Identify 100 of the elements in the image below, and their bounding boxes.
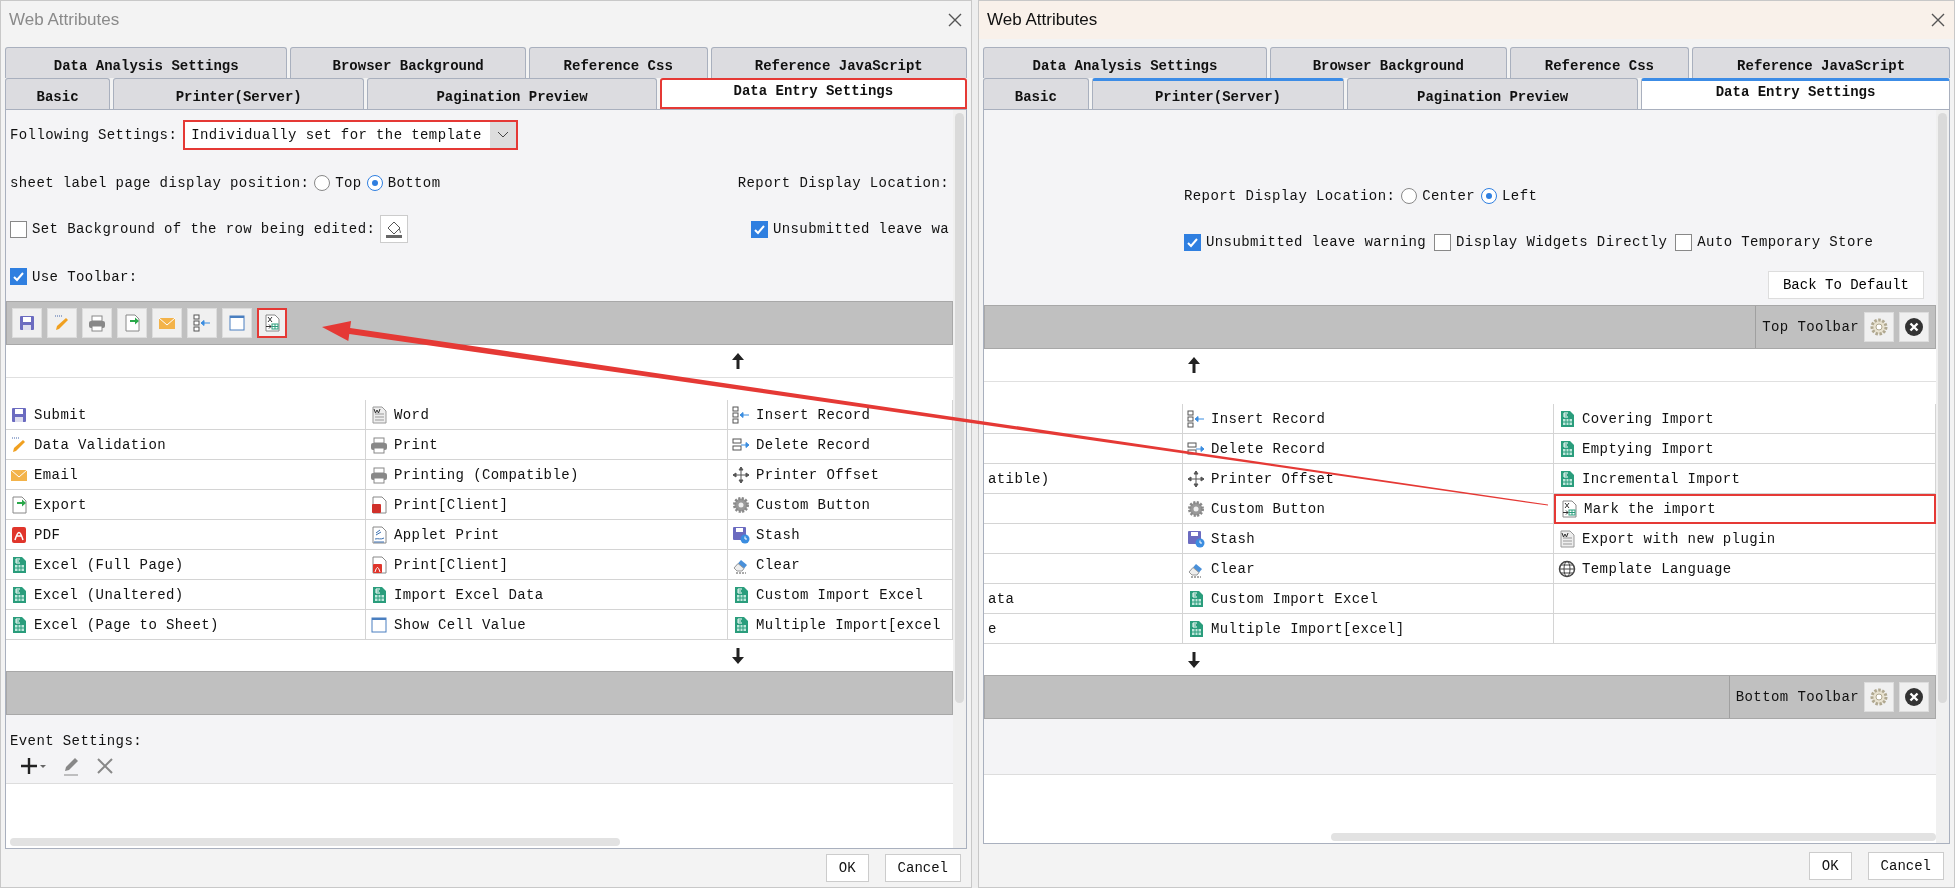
button-list-item[interactable]: Print bbox=[366, 430, 728, 460]
button-list-item[interactable]: Incremental Import bbox=[1554, 464, 1936, 494]
up-arrow-icon[interactable] bbox=[1187, 356, 1201, 374]
pencil-icon bbox=[10, 435, 28, 454]
tab[interactable]: Basic bbox=[5, 78, 111, 109]
radio-label: Center bbox=[1422, 188, 1476, 204]
horizontal-scrollbar[interactable] bbox=[1331, 833, 1936, 841]
radio-button[interactable] bbox=[366, 175, 383, 191]
tab[interactable]: Pagination Preview bbox=[367, 78, 657, 109]
delete-row-icon bbox=[1187, 439, 1205, 458]
checkbox[interactable] bbox=[1675, 233, 1693, 251]
toolbar-settings-button[interactable] bbox=[1864, 682, 1894, 712]
horizontal-scrollbar[interactable] bbox=[10, 838, 620, 846]
button-list-item[interactable]: Printing (Compatible) bbox=[366, 460, 728, 490]
add-icon[interactable] bbox=[20, 756, 48, 776]
down-arrow-icon[interactable] bbox=[1187, 650, 1201, 669]
checkbox[interactable] bbox=[750, 220, 768, 238]
button-list-item[interactable]: Covering Import bbox=[1554, 404, 1936, 434]
save-clock-icon bbox=[732, 525, 750, 544]
checkbox[interactable] bbox=[1184, 233, 1201, 251]
vertical-scrollbar[interactable] bbox=[955, 113, 964, 703]
button-list-item[interactable]: Submit bbox=[6, 400, 366, 430]
tab[interactable]: Data Analysis Settings bbox=[983, 47, 1267, 78]
printer-icon bbox=[88, 314, 106, 332]
button-list-item[interactable]: Template Language bbox=[1554, 554, 1936, 584]
checkbox[interactable] bbox=[10, 220, 27, 238]
checkbox[interactable] bbox=[10, 268, 27, 285]
button-list-item[interactable]: Emptying Import bbox=[1554, 434, 1936, 464]
tab[interactable]: Browser Background bbox=[290, 47, 526, 78]
button-list-item[interactable]: Excel (Full Page) bbox=[6, 550, 366, 580]
button-list-item[interactable]: Clear bbox=[728, 550, 953, 580]
dialog-button[interactable]: OK bbox=[825, 854, 869, 882]
spreadsheet-icon bbox=[1187, 589, 1205, 608]
tab[interactable]: Reference JavaScript bbox=[1692, 47, 1950, 78]
dropdown[interactable]: Individually set for the template bbox=[183, 120, 518, 150]
tab[interactable]: Data Entry Settings bbox=[659, 78, 967, 109]
tab[interactable]: Reference JavaScript bbox=[710, 47, 967, 78]
button-list-item[interactable]: Export bbox=[6, 490, 366, 520]
move-icon bbox=[732, 465, 750, 484]
tab[interactable]: Printer(Server) bbox=[113, 78, 365, 109]
tab[interactable]: Data Analysis Settings bbox=[5, 47, 288, 78]
button-list-item[interactable]: ata bbox=[984, 584, 1183, 614]
toolbar-remove-button[interactable] bbox=[1899, 312, 1929, 342]
button-list-item[interactable]: Insert Record bbox=[1183, 404, 1554, 434]
tab[interactable]: Browser Background bbox=[1269, 47, 1507, 78]
dialog-button[interactable]: Cancel bbox=[1867, 851, 1944, 880]
tab[interactable]: Reference Css bbox=[528, 47, 708, 78]
radio-button[interactable] bbox=[1481, 188, 1498, 204]
button-list-item[interactable]: Delete Record bbox=[728, 430, 953, 460]
save-clock-icon bbox=[1187, 529, 1205, 548]
spreadsheet-icon bbox=[732, 615, 750, 634]
radio-button[interactable] bbox=[314, 175, 331, 191]
tab[interactable]: Basic bbox=[983, 78, 1089, 109]
button-list-item[interactable]: Print[Client] bbox=[366, 550, 728, 580]
tab[interactable]: Reference Css bbox=[1509, 47, 1690, 78]
toolbar-button[interactable] bbox=[257, 308, 287, 338]
settings-icon bbox=[1869, 317, 1889, 337]
button-list-item[interactable]: atible) bbox=[984, 464, 1183, 494]
save-icon bbox=[10, 405, 28, 424]
button-list-item[interactable]: Stash bbox=[1183, 524, 1554, 554]
back-to-default-button[interactable]: Back To Default bbox=[1767, 271, 1924, 299]
down-arrow-icon[interactable] bbox=[731, 646, 745, 665]
button-list-item[interactable]: Data Validation bbox=[6, 430, 366, 460]
button-list-item[interactable]: Printer Offset bbox=[728, 460, 953, 490]
close-icon[interactable] bbox=[947, 12, 963, 28]
button-list-item[interactable]: Word bbox=[366, 400, 728, 430]
tab[interactable]: Data Entry Settings bbox=[1641, 78, 1950, 109]
checkbox[interactable] bbox=[1434, 233, 1452, 251]
gear-icon bbox=[732, 495, 750, 514]
button-list-item[interactable]: Email bbox=[6, 460, 366, 490]
button-list-item[interactable]: PDF bbox=[6, 520, 366, 550]
delete-icon[interactable] bbox=[96, 757, 114, 775]
button-list-item[interactable]: Import Excel Data bbox=[366, 580, 728, 610]
document-icon bbox=[1558, 529, 1576, 548]
window-icon bbox=[370, 615, 388, 634]
tab[interactable]: Printer(Server) bbox=[1091, 78, 1345, 109]
button-list-item[interactable]: Applet Print bbox=[366, 520, 728, 550]
dialog-button[interactable]: OK bbox=[1808, 851, 1852, 880]
dialog-button[interactable]: Cancel bbox=[884, 854, 961, 882]
button-list-item[interactable]: Export with new plugin bbox=[1554, 524, 1936, 554]
toolbar-remove-button[interactable] bbox=[1899, 682, 1929, 712]
fill-color-button[interactable] bbox=[380, 215, 409, 243]
button-list-item[interactable]: Custom Import Excel bbox=[1183, 584, 1554, 614]
button-list-item[interactable]: Custom Import Excel bbox=[728, 580, 953, 610]
button-list-item[interactable]: Clear bbox=[1183, 554, 1554, 584]
radio-button[interactable] bbox=[1401, 188, 1418, 204]
tab[interactable]: Pagination Preview bbox=[1347, 78, 1639, 109]
spreadsheet-import-icon bbox=[1560, 500, 1578, 518]
checkbox-label: Use Toolbar: bbox=[32, 268, 138, 285]
up-arrow-icon[interactable] bbox=[731, 352, 745, 370]
insert-row-icon bbox=[193, 314, 211, 332]
toolbar-settings-button[interactable] bbox=[1864, 312, 1894, 342]
button-list-item[interactable]: Stash bbox=[728, 520, 953, 550]
spreadsheet-icon bbox=[10, 585, 28, 604]
close-icon[interactable] bbox=[1930, 12, 1946, 28]
button-list-item[interactable]: Mark the import bbox=[1554, 494, 1936, 524]
button-list-item[interactable]: Print[Client] bbox=[366, 490, 728, 520]
button-list-item[interactable]: Custom Button bbox=[728, 490, 953, 520]
button-list-item[interactable]: Excel (Unaltered) bbox=[6, 580, 366, 610]
insert-row-icon bbox=[732, 405, 750, 424]
